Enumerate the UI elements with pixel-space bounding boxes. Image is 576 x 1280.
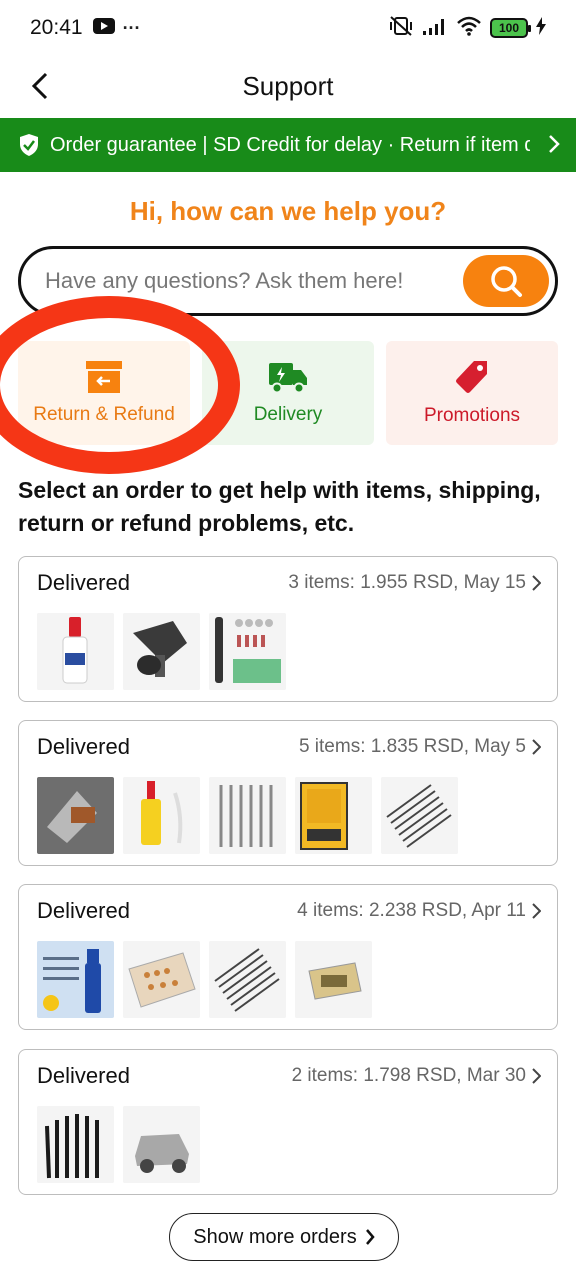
product-thumbnail[interactable]	[123, 777, 200, 854]
product-thumbnail[interactable]	[209, 613, 286, 690]
status-time: 20:41	[30, 16, 83, 39]
wifi-icon	[456, 16, 482, 41]
category-delivery[interactable]: Delivery	[202, 341, 374, 445]
show-more-label: Show more orders	[193, 1225, 357, 1248]
search-input[interactable]	[45, 268, 455, 294]
chevron-right-icon	[549, 135, 560, 153]
chevron-right-icon	[532, 903, 541, 919]
category-promotions[interactable]: Promotions	[386, 341, 558, 445]
product-thumbnail[interactable]	[37, 777, 114, 854]
shield-check-icon	[20, 134, 38, 156]
chevron-right-icon	[532, 739, 541, 755]
price-tag-icon	[456, 361, 487, 393]
show-more-orders-button[interactable]: Show more orders	[169, 1213, 399, 1261]
battery-icon: 100	[490, 18, 531, 38]
order-card[interactable]: Delivered 2 items: 1.798 RSD, Mar 30	[18, 1049, 558, 1195]
greeting-heading: Hi, how can we help you?	[129, 196, 447, 226]
return-box-icon	[86, 361, 122, 393]
search-button[interactable]	[463, 255, 549, 307]
product-thumbnail[interactable]	[37, 1106, 114, 1183]
search-box	[18, 246, 558, 316]
order-status: Delivered	[37, 898, 130, 923]
product-thumbnail[interactable]	[295, 777, 372, 854]
order-summary: 4 items: 2.238 RSD, Apr 11	[297, 900, 526, 921]
category-return-refund[interactable]: Return & Refund	[18, 341, 190, 445]
order-status: Delivered	[37, 1063, 130, 1088]
order-guarantee-banner[interactable]: Order guarantee | SD Credit for delay · …	[0, 118, 576, 172]
page-title: Support	[242, 70, 334, 101]
order-instructions: Select an order to get help with items, …	[18, 477, 541, 536]
banner-text: Order guarantee | SD Credit for delay · …	[50, 133, 530, 156]
delivery-truck-icon	[269, 363, 307, 394]
more-dots-icon: ···	[122, 17, 141, 38]
product-thumbnail[interactable]	[381, 777, 458, 854]
chevron-right-icon	[532, 1068, 541, 1084]
order-card[interactable]: Delivered 3 items: 1.955 RSD, May 15	[18, 556, 558, 702]
charging-icon	[536, 16, 546, 40]
header: Support	[0, 56, 576, 116]
back-arrow-icon	[31, 72, 48, 100]
signal-icon	[422, 16, 448, 41]
category-label: Return & Refund	[33, 404, 175, 425]
product-thumbnail[interactable]	[123, 941, 200, 1018]
order-status: Delivered	[37, 734, 130, 759]
order-summary: 5 items: 1.835 RSD, May 5	[298, 736, 526, 757]
video-app-icon	[92, 17, 115, 39]
vibrate-off-icon	[388, 15, 414, 42]
back-button[interactable]	[18, 64, 62, 108]
product-thumbnail[interactable]	[123, 1106, 200, 1183]
status-bar: 20:41 ··· 100	[0, 0, 576, 56]
order-summary: 2 items: 1.798 RSD, Mar 30	[291, 1065, 526, 1086]
product-thumbnail[interactable]	[209, 941, 286, 1018]
chevron-right-icon	[365, 1229, 375, 1245]
product-thumbnail[interactable]	[37, 941, 114, 1018]
chevron-right-icon	[532, 575, 541, 591]
product-thumbnail[interactable]	[209, 777, 286, 854]
search-icon	[491, 266, 522, 297]
order-card[interactable]: Delivered 5 items: 1.835 RSD, May 5	[18, 720, 558, 866]
product-thumbnail[interactable]	[123, 613, 200, 690]
order-summary: 3 items: 1.955 RSD, May 15	[288, 572, 526, 593]
category-label: Promotions	[423, 405, 521, 426]
product-thumbnail[interactable]	[295, 941, 372, 1018]
order-card[interactable]: Delivered 4 items: 2.238 RSD, Apr 11	[18, 884, 558, 1030]
category-label: Delivery	[253, 404, 323, 425]
order-status: Delivered	[37, 570, 130, 595]
product-thumbnail[interactable]	[37, 613, 114, 690]
